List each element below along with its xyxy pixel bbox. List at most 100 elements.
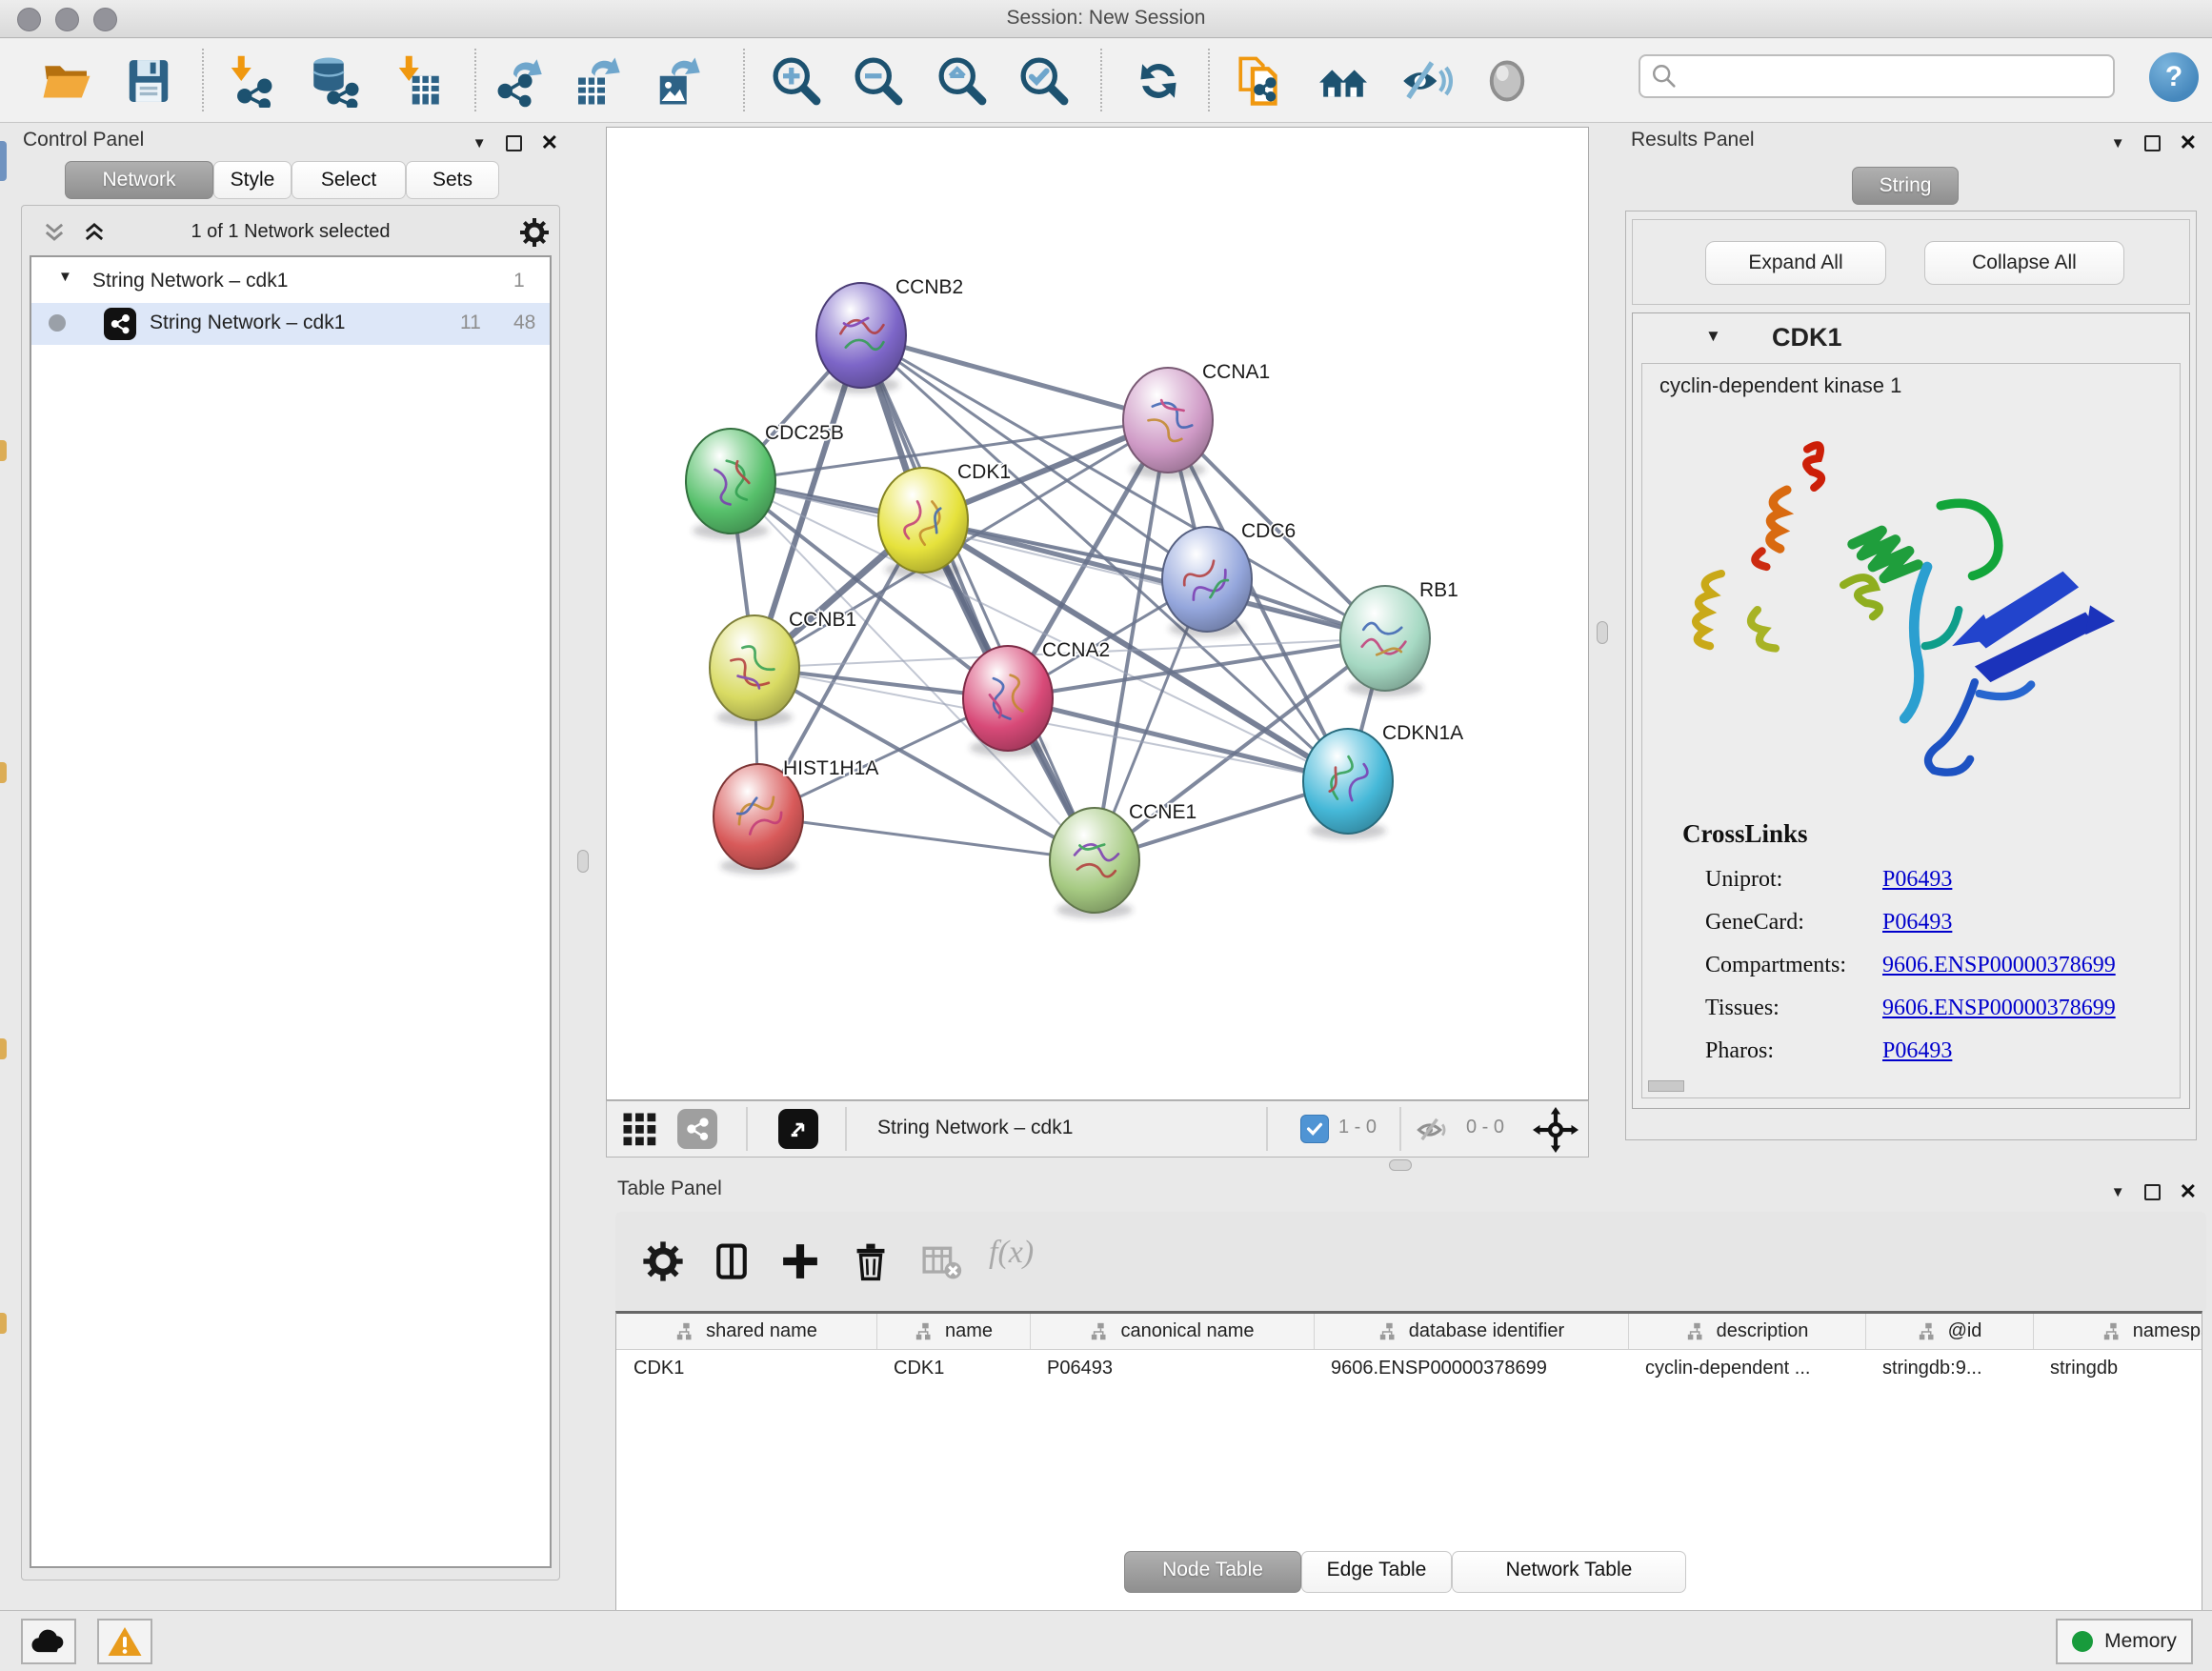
bottom-splitter-handle[interactable]: [1389, 1159, 1412, 1171]
show-columns-button[interactable]: [707, 1237, 756, 1286]
float-panel-icon[interactable]: [2144, 135, 2161, 151]
expand-all-button[interactable]: Expand All: [1705, 241, 1886, 285]
table-row[interactable]: CDK1CDK1P064939606.ENSP00000378699cyclin…: [616, 1350, 2202, 1386]
float-panel-icon[interactable]: [506, 135, 522, 151]
network-edge-HIST1H1A-CCNE1[interactable]: [758, 816, 1095, 860]
network-edge-CDK1-RB1[interactable]: [923, 520, 1385, 638]
crosslink-link[interactable]: 9606.ENSP00000378699: [1882, 996, 2116, 1021]
gene-section-header[interactable]: ▼ CDK1: [1633, 313, 2189, 361]
close-panel-icon[interactable]: ✕: [541, 131, 558, 155]
table-cell[interactable]: stringdb:9...: [1865, 1350, 2033, 1386]
toolbar-divider: [202, 49, 204, 111]
crosslink-link[interactable]: 9606.ENSP00000378699: [1882, 953, 2116, 978]
collection-expander-icon[interactable]: ▼: [58, 269, 72, 285]
tab-select[interactable]: Select: [292, 161, 406, 199]
network-canvas[interactable]: CCNB2CCNA1CDC25BCDK1CDC6RB1CCNB1CCNA2CDK…: [606, 127, 1589, 1100]
table-cell[interactable]: cyclin-dependent ...: [1628, 1350, 1865, 1386]
column-header-canonical-name[interactable]: canonical name: [1030, 1314, 1314, 1349]
right-splitter-handle[interactable]: [1597, 621, 1608, 644]
column-header-name[interactable]: name: [876, 1314, 1030, 1349]
export-table-button[interactable]: [570, 52, 627, 110]
export-image-button[interactable]: [650, 52, 707, 110]
home-button[interactable]: [1315, 52, 1372, 110]
tab-network[interactable]: Network: [65, 161, 213, 199]
network-options-gear-icon[interactable]: [519, 217, 550, 248]
table-cell[interactable]: CDK1: [876, 1350, 1030, 1386]
network-node-CCNB2[interactable]: CCNB2: [816, 276, 963, 393]
export-network-button[interactable]: [492, 52, 549, 110]
network-node-RB1[interactable]: RB1: [1340, 579, 1458, 696]
delete-table-button[interactable]: [916, 1237, 966, 1286]
open-session-button[interactable]: [38, 52, 95, 110]
network-node-CCNE1[interactable]: CCNE1: [1050, 801, 1196, 918]
function-builder-button[interactable]: f(x): [989, 1235, 1034, 1271]
fit-selection-crosshair-icon[interactable]: [1533, 1107, 1579, 1153]
search-input[interactable]: [1679, 58, 2113, 94]
close-panel-icon[interactable]: ✕: [2180, 131, 2197, 155]
create-column-button[interactable]: [775, 1237, 825, 1286]
column-header-@id[interactable]: @id: [1865, 1314, 2033, 1349]
clone-network-button[interactable]: [1233, 52, 1290, 110]
tab-node-table[interactable]: Node Table: [1124, 1551, 1301, 1593]
import-network-button[interactable]: [221, 52, 278, 110]
network-edge-CCNA2-CDKN1A[interactable]: [1008, 698, 1348, 781]
save-session-button[interactable]: [120, 52, 177, 110]
tab-sets[interactable]: Sets: [406, 161, 499, 199]
birdseye-view-icon[interactable]: [778, 1109, 818, 1149]
collapse-panel-icon[interactable]: ▼: [2111, 1184, 2125, 1200]
column-header-database-identifier[interactable]: database identifier: [1314, 1314, 1628, 1349]
tab-edge-table[interactable]: Edge Table: [1301, 1551, 1452, 1593]
tab-style[interactable]: Style: [213, 161, 292, 199]
zoom-fit-button[interactable]: [934, 52, 991, 110]
string-view-icon[interactable]: [677, 1109, 717, 1149]
collapse-panel-icon[interactable]: ▼: [473, 135, 487, 151]
network-node-CCNA1[interactable]: CCNA1: [1123, 361, 1270, 478]
network-row-selected[interactable]: String Network – cdk1 11 48: [31, 303, 550, 345]
section-expander-icon[interactable]: ▼: [1705, 327, 1721, 346]
import-network-from-database-button[interactable]: [307, 52, 364, 110]
hidden-eye-slash-icon[interactable]: [1413, 1113, 1453, 1147]
table-settings-button[interactable]: [638, 1237, 688, 1286]
import-table-button[interactable]: [389, 52, 446, 110]
network-node-CCNA2[interactable]: CCNA2: [963, 639, 1110, 756]
tab-network-table[interactable]: Network Table: [1452, 1551, 1686, 1593]
grid-view-icon[interactable]: [620, 1111, 660, 1149]
table-cell[interactable]: stringdb: [2033, 1350, 2202, 1386]
network-node-CDC25B[interactable]: CDC25B: [686, 422, 844, 539]
table-cell[interactable]: 9606.ENSP00000378699: [1314, 1350, 1628, 1386]
close-panel-icon[interactable]: ✕: [2180, 1179, 2197, 1204]
network-edge-CCNB2-CCNE1[interactable]: [861, 335, 1095, 860]
warning-status-button[interactable]: [97, 1619, 152, 1664]
selected-nodes-checkbox[interactable]: [1300, 1115, 1329, 1143]
float-panel-icon[interactable]: [2144, 1184, 2161, 1200]
table-cell[interactable]: CDK1: [616, 1350, 876, 1386]
crosslink-link[interactable]: P06493: [1882, 910, 1952, 936]
network-collection-row[interactable]: ▼ String Network – cdk1 1: [31, 261, 550, 303]
refresh-button[interactable]: [1130, 52, 1187, 110]
cloud-status-button[interactable]: [21, 1619, 76, 1664]
zoom-out-button[interactable]: [850, 52, 907, 110]
network-node-CCNB1[interactable]: CCNB1: [710, 609, 856, 726]
show-display-button[interactable]: [1478, 52, 1536, 110]
network-node-CDC6[interactable]: CDC6: [1162, 520, 1296, 637]
zoom-in-button[interactable]: [768, 52, 825, 110]
help-button[interactable]: ?: [2149, 52, 2199, 102]
network-node-HIST1H1A[interactable]: HIST1H1A: [714, 757, 878, 875]
network-node-CDKN1A[interactable]: CDKN1A: [1303, 722, 1463, 839]
zoom-selected-button[interactable]: [1016, 52, 1073, 110]
crosslink-link[interactable]: P06493: [1882, 1038, 1952, 1064]
crosslinks-hscrollbar[interactable]: [1648, 1080, 1684, 1092]
column-header-shared-name[interactable]: shared name: [616, 1314, 876, 1349]
memory-button[interactable]: Memory: [2056, 1619, 2193, 1664]
column-header-description[interactable]: description: [1628, 1314, 1865, 1349]
collapse-all-button[interactable]: Collapse All: [1924, 241, 2124, 285]
crosslink-link[interactable]: P06493: [1882, 867, 1952, 893]
column-header-namespace[interactable]: namespace: [2033, 1314, 2202, 1349]
hide-display-button[interactable]: [1397, 52, 1454, 110]
delete-column-button[interactable]: [846, 1237, 895, 1286]
tab-string[interactable]: String: [1852, 167, 1959, 205]
crosslinks-list: Uniprot:P06493GeneCard:P06493Compartment…: [1705, 859, 2162, 1074]
left-splitter-handle[interactable]: [577, 850, 589, 873]
collapse-panel-icon[interactable]: ▼: [2111, 135, 2125, 151]
table-cell[interactable]: P06493: [1030, 1350, 1314, 1386]
